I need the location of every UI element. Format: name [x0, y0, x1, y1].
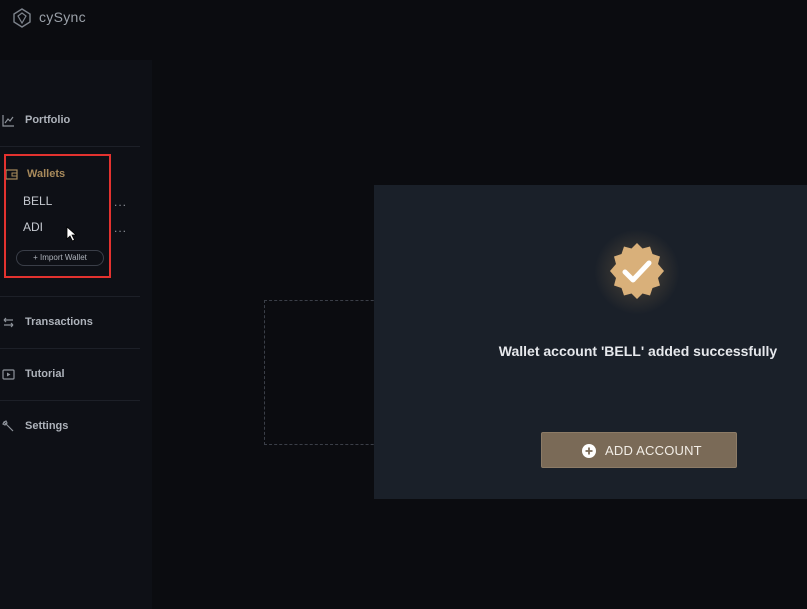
sidebar-item-settings[interactable]: Settings	[0, 417, 140, 437]
add-account-button[interactable]: ADD ACCOUNT	[541, 432, 737, 468]
sidebar-item-label: Transactions	[25, 316, 93, 328]
sidebar-item-label: Settings	[25, 420, 69, 432]
sidebar-divider	[0, 296, 140, 297]
add-account-label: ADD ACCOUNT	[605, 443, 702, 458]
wallet-menu-button[interactable]: ...	[114, 221, 127, 235]
wallet-menu-button[interactable]: ...	[114, 195, 127, 209]
wrench-icon	[2, 420, 14, 432]
sidebar-divider	[0, 400, 140, 401]
app-title: cySync	[39, 9, 86, 25]
mouse-cursor-icon	[66, 226, 78, 242]
red-highlight-box	[4, 154, 111, 278]
success-message: Wallet account 'BELL' added successfully	[498, 343, 778, 359]
checkmark-badge-icon	[610, 243, 664, 299]
top-bar: cySync	[0, 0, 807, 40]
transfer-arrows-icon	[3, 317, 14, 328]
cysync-logo-icon	[13, 8, 31, 28]
sidebar-divider	[0, 146, 140, 147]
app-window: cySync Portfolio Wallets BELL ... ADI ..…	[0, 0, 807, 609]
chart-icon	[2, 115, 14, 127]
plus-circle-icon	[582, 444, 596, 458]
sidebar: Portfolio Wallets BELL ... ADI ... + Imp…	[0, 60, 152, 609]
sidebar-item-tutorial[interactable]: Tutorial	[0, 365, 140, 385]
sidebar-item-portfolio[interactable]: Portfolio	[0, 111, 140, 131]
sidebar-item-label: Portfolio	[25, 114, 71, 126]
sidebar-item-label: Tutorial	[25, 368, 65, 380]
sidebar-item-transactions[interactable]: Transactions	[0, 313, 140, 333]
success-modal: Wallet account 'BELL' added successfully…	[374, 185, 807, 499]
sidebar-divider	[0, 348, 140, 349]
play-icon	[2, 369, 15, 380]
